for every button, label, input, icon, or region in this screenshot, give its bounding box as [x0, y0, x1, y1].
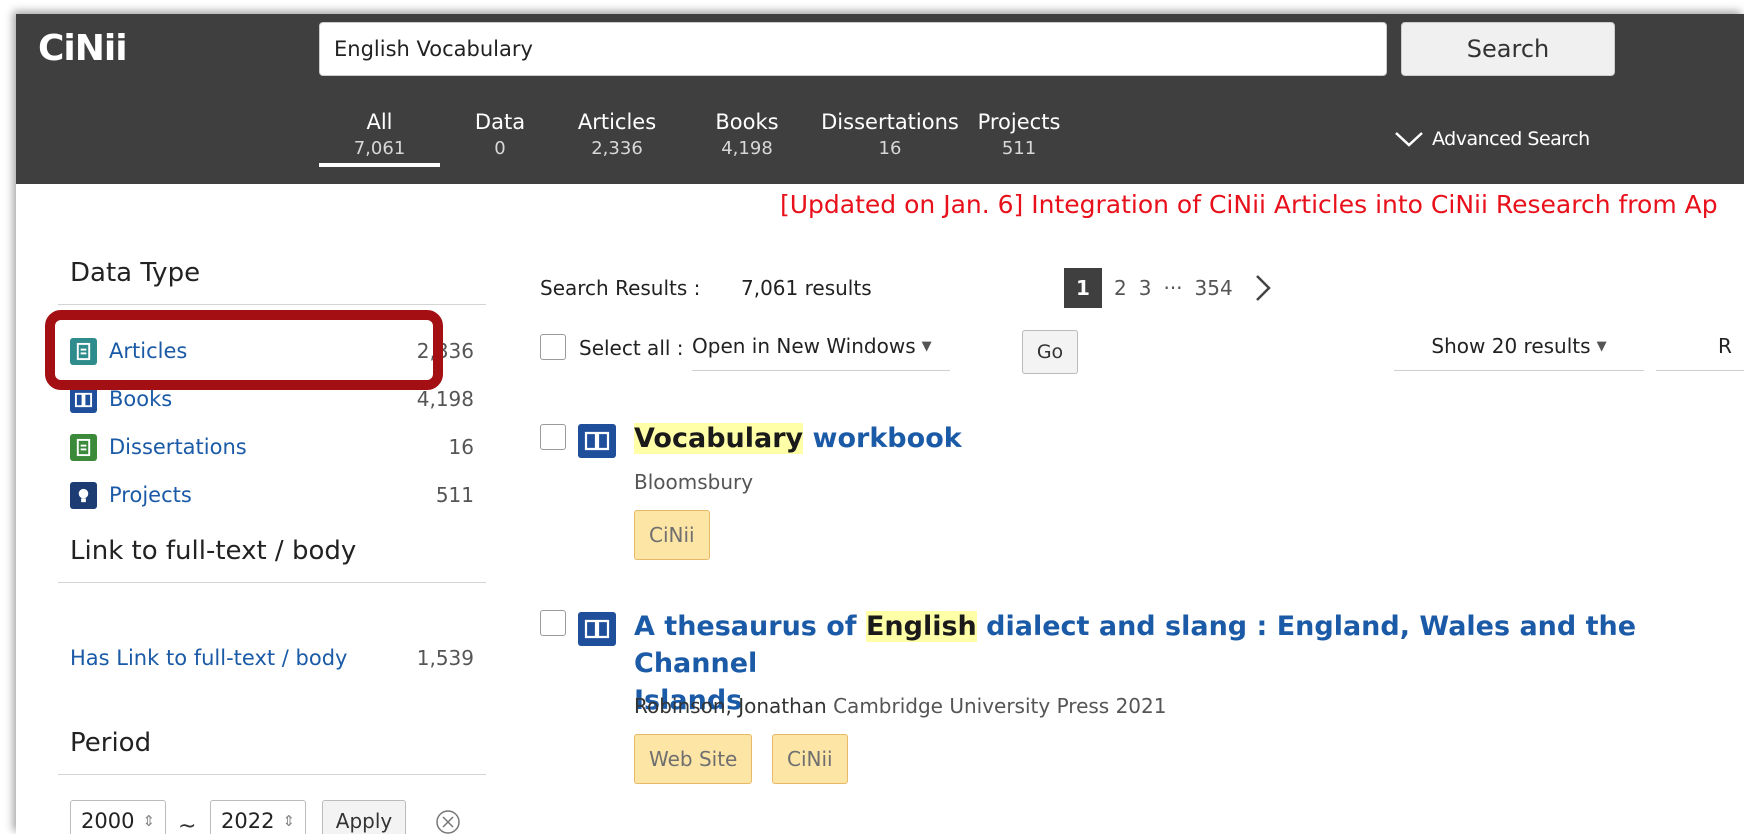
facet-count: 1,539: [416, 646, 474, 670]
tab-label: Data: [474, 110, 526, 134]
tab-data[interactable]: Data 0: [465, 110, 535, 159]
apply-button[interactable]: Apply: [322, 800, 406, 834]
sort-value: R: [1718, 334, 1732, 358]
caret-down-icon: ▼: [1596, 338, 1607, 354]
header-bar: CiNii Search All 7,061 Data 0 Articles 2…: [16, 14, 1744, 184]
cinii-logo[interactable]: CiNii: [38, 28, 128, 69]
result-meta: Bloomsbury: [634, 470, 754, 494]
facet-label: Has Link to full-text / body: [70, 646, 348, 670]
search-input[interactable]: [319, 22, 1387, 76]
tab-count: 7,061: [353, 138, 406, 159]
tab-dissertations[interactable]: Dissertations 16: [815, 110, 965, 159]
open-mode-value: Open in New Windows: [692, 334, 916, 358]
tab-count: 4,198: [721, 138, 773, 159]
chevron-right-icon[interactable]: [1253, 273, 1273, 303]
chevron-down-icon: [1395, 132, 1423, 147]
book-icon: [578, 424, 616, 458]
spinner-icon[interactable]: ⇕: [282, 812, 295, 830]
link-heading: Link to full-text / body: [70, 536, 357, 566]
result-title-link[interactable]: Vocabulary workbook: [634, 420, 962, 457]
clear-icon[interactable]: [434, 808, 462, 834]
period-from-input[interactable]: 2000 ⇕: [70, 800, 167, 834]
divider: [58, 304, 486, 305]
tab-count: 2,336: [591, 138, 643, 159]
tab-projects[interactable]: Projects 511: [971, 110, 1067, 159]
tab-count: 16: [878, 138, 902, 159]
tab-label: Projects: [977, 110, 1061, 134]
search-button[interactable]: Search: [1401, 22, 1615, 76]
tab-all[interactable]: All 7,061: [319, 110, 440, 167]
result-meta: Robinson, Jonathan Cambridge University …: [634, 694, 1166, 718]
tab-books[interactable]: Books 4,198: [699, 110, 795, 159]
period-to-input[interactable]: 2022 ⇕: [210, 800, 307, 834]
browser-page: CiNii Search All 7,061 Data 0 Articles 2…: [16, 14, 1744, 834]
tab-label: Books: [715, 110, 779, 134]
year-value: 2022: [221, 809, 275, 833]
book-icon: [578, 612, 616, 646]
spinner-icon[interactable]: ⇕: [142, 812, 155, 830]
facet-count: 511: [435, 483, 474, 507]
update-notice[interactable]: [Updated on Jan. 6] Integration of CiNii…: [780, 190, 1718, 219]
go-button[interactable]: Go: [1022, 330, 1078, 374]
publisher-year: Cambridge University Press 2021: [833, 694, 1167, 718]
range-separator: ~: [178, 814, 197, 834]
page-current[interactable]: 1: [1064, 268, 1102, 308]
data-type-heading: Data Type: [70, 258, 201, 288]
advanced-search-toggle[interactable]: Advanced Search: [1394, 128, 1590, 150]
tab-articles[interactable]: Articles 2,336: [567, 110, 667, 159]
facet-count: 4,198: [416, 387, 474, 411]
result-checkbox[interactable]: [540, 610, 566, 636]
page-ellipsis: ···: [1163, 276, 1183, 300]
source-tag[interactable]: CiNii: [772, 734, 848, 784]
facet-label: Books: [109, 387, 173, 411]
period-heading: Period: [70, 728, 152, 758]
title-text: A thesaurus of: [634, 611, 857, 642]
source-tag[interactable]: CiNii: [634, 510, 710, 560]
page-link[interactable]: 2: [1114, 276, 1127, 300]
facet-label: Projects: [109, 483, 192, 507]
tab-label: Dissertations: [821, 110, 959, 134]
facet-count: 16: [448, 435, 474, 459]
tab-count: 511: [1001, 138, 1037, 159]
source-tag[interactable]: Web Site: [634, 734, 753, 784]
lightbulb-icon: [70, 481, 97, 509]
result-checkbox[interactable]: [540, 424, 566, 450]
select-all-label: Select all :: [579, 336, 684, 360]
highlight-term: English: [865, 611, 977, 642]
result-author: Robinson, Jonathan: [634, 694, 827, 718]
title-text: workbook: [812, 423, 962, 454]
divider: [58, 582, 486, 583]
tab-label: All: [366, 110, 393, 134]
page-link[interactable]: 3: [1139, 276, 1152, 300]
dissertation-icon: [70, 433, 97, 461]
year-value: 2000: [81, 809, 135, 833]
page-link-last[interactable]: 354: [1195, 276, 1233, 300]
facet-has-link[interactable]: Has Link to full-text / body 1,539: [70, 646, 474, 670]
page-size-value: Show 20 results: [1431, 334, 1591, 358]
advanced-search-label: Advanced Search: [1432, 128, 1590, 150]
facet-projects[interactable]: Projects 511: [70, 476, 474, 514]
pagination: 1 2 3 ··· 354: [1064, 268, 1273, 308]
open-mode-select[interactable]: Open in New Windows ▼: [692, 334, 950, 371]
tab-count: 0: [494, 138, 506, 159]
facet-label: Dissertations: [109, 435, 247, 459]
divider: [58, 774, 486, 775]
highlight-term: Vocabulary: [634, 423, 804, 454]
sort-select[interactable]: R: [1656, 334, 1744, 371]
annotation-highlight-box: [45, 310, 443, 390]
results-label: Search Results :: [540, 276, 701, 300]
facet-dissertations[interactable]: Dissertations 16: [70, 428, 474, 466]
page-size-select[interactable]: Show 20 results ▼: [1394, 334, 1644, 371]
tab-label: Articles: [577, 110, 657, 134]
caret-down-icon: ▼: [921, 338, 932, 354]
results-count: 7,061 results: [741, 276, 872, 300]
select-all-checkbox[interactable]: [540, 334, 566, 360]
